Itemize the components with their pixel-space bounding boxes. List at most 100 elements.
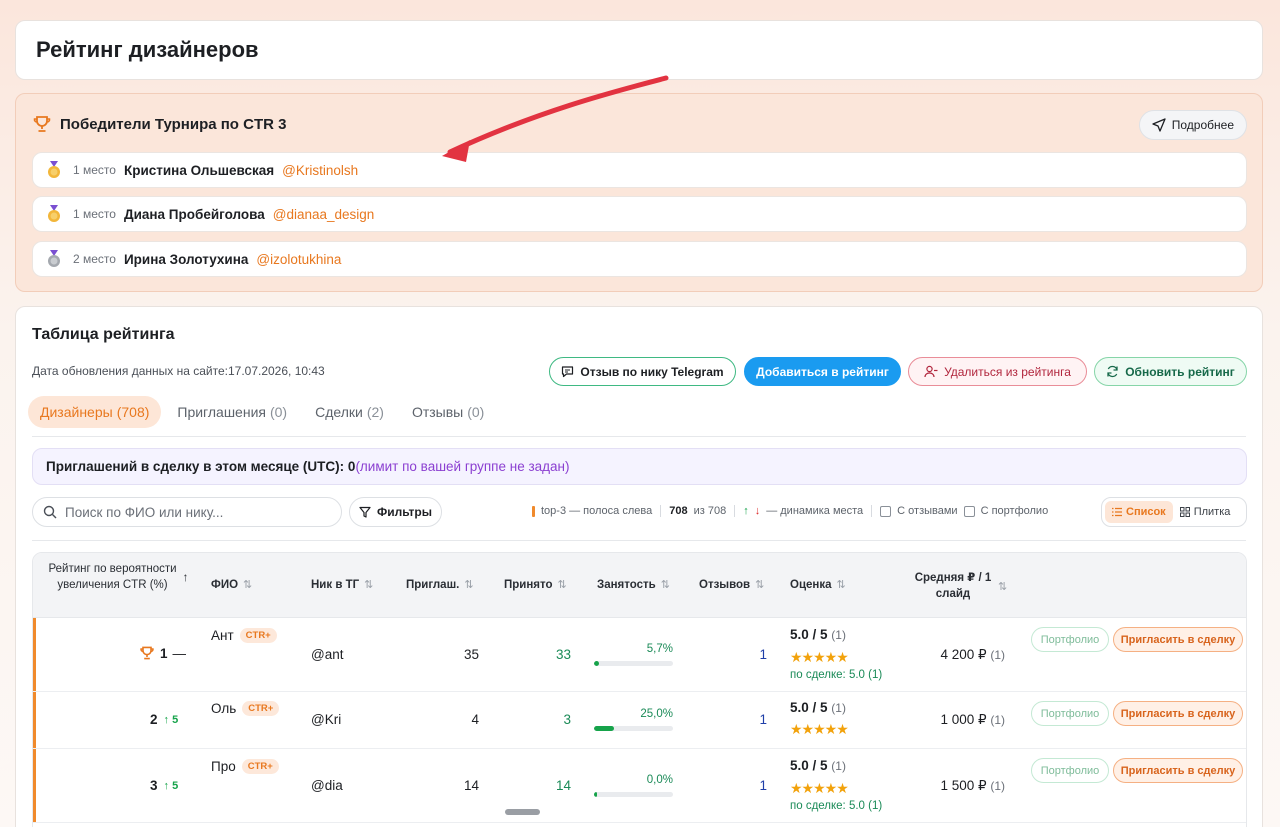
winner-telegram[interactable]: @izolotukhina <box>256 252 341 267</box>
tab-label: Отзывы <box>411 404 464 420</box>
table-row: 3 ↑ 5 Про CTR+ @dia 14 14 0,0% 1 5.0 / 5… <box>33 749 1246 823</box>
filter-icon <box>359 506 371 518</box>
col-accepted[interactable]: Принято ⇅ <box>504 578 567 592</box>
legend-separator <box>734 505 736 517</box>
reviews-cell[interactable]: 1 <box>733 712 767 727</box>
tab-label: Сделки <box>315 404 363 420</box>
update-value: 17.07.2026, 10:43 <box>227 364 325 378</box>
winner-row: 2 место Ирина Золотухина @izolotukhina <box>32 241 1247 277</box>
winner-name: Кристина Ольшевская <box>123 162 275 178</box>
update-info: Дата обновления данных на сайте:17.07.20… <box>32 364 325 378</box>
col-reviews[interactable]: Отзывов ⇅ <box>699 578 764 592</box>
total-count: из 708 <box>693 505 727 517</box>
limit-note: (лимит по вашей группе не задан) <box>355 459 570 474</box>
more-button[interactable]: Подробнее <box>1138 110 1247 140</box>
refresh-rating-button[interactable]: Обновить рейтинг <box>1094 357 1247 386</box>
tab-deals[interactable]: Сделки (2) <box>303 396 396 428</box>
view-tiles-button[interactable]: Плитка <box>1173 501 1238 523</box>
col-rating[interactable]: Рейтинг по вероятности увеличения CTR (%… <box>43 561 193 593</box>
score-cell: 5.0 / 5 (1) <box>790 758 846 773</box>
col-avg-label: Средняя ₽ / 1 слайд <box>914 572 992 600</box>
winners-title: Победители Турнира по CTR 3 <box>60 115 287 133</box>
view-list-button[interactable]: Список <box>1105 501 1173 523</box>
avg-price-cell: 4 200 ₽ (1) <box>913 647 1005 663</box>
nick-cell[interactable]: @dia <box>311 778 343 793</box>
avg-count: (1) <box>990 713 1005 727</box>
avg-price: 1 500 ₽ <box>940 778 987 793</box>
with-reviews-checkbox[interactable] <box>880 505 892 517</box>
winner-telegram[interactable]: @Kristinolsh <box>282 163 358 178</box>
col-rating-label: Рейтинг по вероятности увеличения CTR (%… <box>48 563 177 591</box>
avg-count: (1) <box>990 648 1005 662</box>
legend-separator <box>871 505 873 517</box>
top3-accent-bar <box>33 618 36 691</box>
tab-count: (2) <box>366 404 384 420</box>
invites-cell: 4 <box>471 712 479 727</box>
avg-price-cell: 1 000 ₽ (1) <box>913 712 1005 728</box>
winner-telegram[interactable]: @dianaa_design <box>273 207 375 222</box>
score-count: (1) <box>831 701 846 715</box>
message-icon <box>562 366 574 378</box>
filters-button[interactable]: Фильтры <box>349 497 442 527</box>
top3-legend: top-3 — полоса слева <box>541 505 653 517</box>
gold-medal-icon <box>48 161 60 178</box>
col-invites[interactable]: Приглаш. ⇅ <box>406 578 474 592</box>
col-name-label: ФИО <box>211 578 239 591</box>
nick-cell[interactable]: @Kri <box>311 712 341 727</box>
invite-to-deal-button[interactable]: Пригласить в сделку <box>1113 701 1243 726</box>
scrollbar-handle[interactable] <box>505 809 540 815</box>
rank-dynamics: ↑ 5 <box>163 713 179 726</box>
portfolio-button[interactable]: Портфолио <box>1031 758 1109 783</box>
trophy-icon <box>33 116 51 132</box>
busy-bar-fill <box>594 792 598 797</box>
col-busy[interactable]: Занятость ⇅ <box>597 578 670 592</box>
score-count: (1) <box>831 628 846 642</box>
with-portfolio-checkbox[interactable] <box>963 505 975 517</box>
invites-cell: 35 <box>463 647 479 662</box>
reviews-cell[interactable]: 1 <box>733 778 767 793</box>
busy-percent: 25,0% <box>640 708 673 720</box>
winner-row: 1 место Кристина Ольшевская @Kristinolsh <box>32 152 1247 188</box>
sort-icon: ⇅ <box>557 579 567 591</box>
user-minus-icon <box>924 365 938 378</box>
review-by-nick-button[interactable]: Отзыв по нику Telegram <box>549 357 736 386</box>
col-nick[interactable]: Ник в ТГ ⇅ <box>311 578 373 592</box>
nick-cell[interactable]: @ant <box>311 647 343 662</box>
tab-count: (708) <box>116 404 150 420</box>
search-icon <box>43 505 57 519</box>
name-cell: Ант CTR+ <box>211 628 277 643</box>
designer-name[interactable]: Ант <box>211 628 234 643</box>
designer-name[interactable]: Оль <box>211 701 236 716</box>
col-avg[interactable]: Средняя ₽ / 1 слайд ⇅ <box>913 570 1008 602</box>
tab-invitations[interactable]: Приглашения (0) <box>165 396 299 428</box>
busy-bar <box>594 792 673 797</box>
portfolio-button[interactable]: Портфолио <box>1031 701 1109 726</box>
with-portfolio-label: С портфолио <box>980 505 1049 517</box>
rating-table-card: Таблица рейтинга Дата обновления данных … <box>15 306 1263 827</box>
col-score[interactable]: Оценка ⇅ <box>790 578 846 592</box>
sort-icon: ⇅ <box>243 579 253 591</box>
limit-text: Приглашений в сделку в этом месяце (UTC)… <box>46 459 356 474</box>
portfolio-button[interactable]: Портфолио <box>1031 627 1109 652</box>
invite-to-deal-button[interactable]: Пригласить в сделку <box>1113 627 1243 652</box>
remove-from-rating-button[interactable]: Удалиться из рейтинга <box>908 357 1087 386</box>
remove-label: Удалиться из рейтинга <box>944 364 1071 379</box>
search-input[interactable] <box>65 504 325 520</box>
col-name[interactable]: ФИО ⇅ <box>211 578 253 592</box>
designer-name[interactable]: Про <box>211 759 236 774</box>
dynamics-legend: — динамика места <box>766 505 864 517</box>
deal-score: по сделке: 5.0 (1) <box>790 669 883 681</box>
reviews-cell[interactable]: 1 <box>733 647 767 662</box>
score-value: 5.0 / 5 <box>790 700 828 715</box>
score-value: 5.0 / 5 <box>790 758 828 773</box>
tab-reviews[interactable]: Отзывы (0) <box>400 396 496 428</box>
sort-icon: ⇅ <box>660 579 670 591</box>
deal-score: по сделке: 5.0 (1) <box>790 800 883 812</box>
tab-designers[interactable]: Дизайнеры (708) <box>28 396 162 428</box>
search-box[interactable] <box>32 497 342 527</box>
invite-to-deal-button[interactable]: Пригласить в сделку <box>1113 758 1243 783</box>
grid-icon <box>1179 507 1190 517</box>
add-to-rating-button[interactable]: Добавиться в рейтинг <box>744 357 901 386</box>
busy-percent: 0,0% <box>646 774 673 786</box>
avg-price-cell: 1 500 ₽ (1) <box>913 778 1005 794</box>
